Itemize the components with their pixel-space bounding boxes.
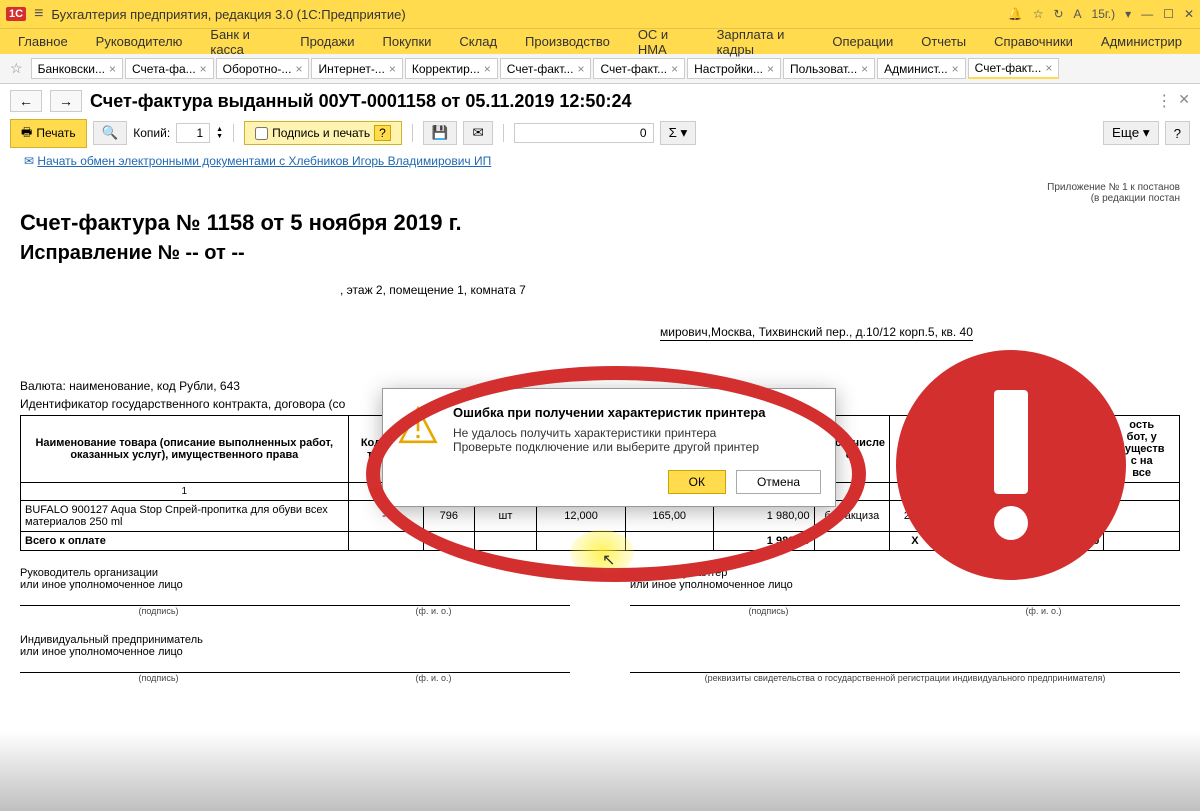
more-button[interactable]: Еще ▾ xyxy=(1103,121,1159,145)
app-title: Бухгалтерия предприятия, редакция 3.0 (1… xyxy=(51,7,999,22)
mail-small-icon: ✉ xyxy=(24,154,37,168)
favorites-icon[interactable]: ☆ xyxy=(4,60,29,77)
address-line-2: мирович,Москва, Тихвинский пер., д.10/12… xyxy=(660,325,973,341)
address-line-1: , этаж 2, помещение 1, комната 7 xyxy=(340,283,1180,297)
bell-icon[interactable]: 🔔 xyxy=(1008,7,1023,21)
menu-item[interactable]: ОС и НМА xyxy=(624,27,703,57)
print-button[interactable]: 🖶 Печать xyxy=(10,119,87,148)
tab-close-icon[interactable]: × xyxy=(861,62,868,76)
menu-item[interactable]: Банк и касса xyxy=(196,27,286,57)
correction-title: Исправление № -- от -- xyxy=(20,242,1180,265)
dropdown-icon[interactable]: ▾ xyxy=(1125,7,1131,21)
tab[interactable]: Счет-факт...× xyxy=(593,58,685,79)
cancel-button[interactable]: Отмена xyxy=(736,470,821,494)
menubar: ГлавноеРуководителюБанк и кассаПродажиПо… xyxy=(0,28,1200,54)
page-title: Счет-фактура выданный 00УТ-0001158 от 05… xyxy=(90,91,631,112)
tab-close-icon[interactable]: × xyxy=(577,62,584,76)
signatures: Руководитель организации или иное уполно… xyxy=(20,567,1180,683)
hamburger-icon[interactable]: ≡ xyxy=(34,5,43,23)
dialog-title: Ошибка при получении характеристик принт… xyxy=(453,405,766,420)
tab-close-icon[interactable]: × xyxy=(389,62,396,76)
warning-icon xyxy=(397,405,439,454)
back-button[interactable]: ← xyxy=(10,90,42,112)
copies-label: Копий: xyxy=(133,126,170,140)
tab[interactable]: Настройки...× xyxy=(687,58,781,79)
star-icon[interactable]: ☆ xyxy=(1033,7,1044,21)
tab[interactable]: Оборотно-...× xyxy=(216,58,310,79)
tab[interactable]: Банковски...× xyxy=(31,58,123,79)
close-page-icon[interactable]: ✕ xyxy=(1178,91,1190,111)
save-button[interactable]: 💾 xyxy=(423,121,458,145)
edo-link-row: ✉ Начать обмен электронными документами … xyxy=(0,148,1200,174)
tab[interactable]: Корректир...× xyxy=(405,58,498,79)
tab-close-icon[interactable]: × xyxy=(952,62,959,76)
dialog-line2: Проверьте подключение или выберите друго… xyxy=(453,440,766,454)
dialog-line1: Не удалось получить характеристики принт… xyxy=(453,426,766,440)
app-logo: 1С xyxy=(6,7,26,21)
menu-item[interactable]: Покупки xyxy=(369,34,446,49)
tab-close-icon[interactable]: × xyxy=(767,62,774,76)
sign-print-checkbox[interactable] xyxy=(255,127,268,140)
printer-icon: 🖶 xyxy=(21,123,32,144)
invoice-title: Счет-фактура № 1158 от 5 ноября 2019 г. xyxy=(20,210,1180,236)
sigma-button[interactable]: Σ ▾ xyxy=(660,121,697,145)
send-button[interactable]: ✉ xyxy=(463,121,492,145)
sign-print-toggle[interactable]: Подпись и печать ? xyxy=(244,121,402,145)
navbar: ← → Счет-фактура выданный 00УТ-0001158 о… xyxy=(0,84,1200,118)
toolbar: 🖶 Печать 🔍 Копий: ▲ ▼ Подпись и печать ?… xyxy=(0,118,1200,148)
spinner-up[interactable]: ▲ xyxy=(216,126,223,133)
menu-item[interactable]: Операции xyxy=(818,34,907,49)
menu-item[interactable]: Склад xyxy=(445,34,511,49)
annex-text: Приложение № 1 к постанов (в редакции по… xyxy=(20,182,1180,204)
ok-button[interactable]: ОК xyxy=(668,470,726,494)
hint-text: 15г.) xyxy=(1092,7,1116,21)
tab-close-icon[interactable]: × xyxy=(200,62,207,76)
exclamation-icon xyxy=(994,390,1028,540)
sigma-input[interactable] xyxy=(514,123,654,143)
tab-close-icon[interactable]: × xyxy=(109,62,116,76)
col-number: 1 xyxy=(21,483,349,501)
maximize-icon[interactable]: ☐ xyxy=(1163,7,1174,21)
col-name: Наименование товара (описание выполненны… xyxy=(21,416,349,483)
tab[interactable]: Интернет-...× xyxy=(311,58,402,79)
tabstrip: ☆ Банковски...×Счета-фа...×Оборотно-...×… xyxy=(0,54,1200,84)
menu-item[interactable]: Руководителю xyxy=(82,34,197,49)
preview-icon: 🔍 xyxy=(102,125,119,140)
menu-item[interactable]: Производство xyxy=(511,34,624,49)
menu-item[interactable]: Главное xyxy=(4,34,82,49)
spinner-down[interactable]: ▼ xyxy=(216,133,223,140)
tab[interactable]: Счет-факт...× xyxy=(968,58,1060,79)
tab[interactable]: Счета-фа...× xyxy=(125,58,214,79)
tab[interactable]: Пользоват...× xyxy=(783,58,875,79)
menu-item[interactable]: Отчеты xyxy=(907,34,980,49)
tab-close-icon[interactable]: × xyxy=(484,62,491,76)
tab-close-icon[interactable]: × xyxy=(671,62,678,76)
history-icon[interactable]: ↻ xyxy=(1053,7,1063,21)
kebab-icon[interactable]: ⋮ xyxy=(1156,91,1172,111)
titlebar: 1С ≡ Бухгалтерия предприятия, редакция 3… xyxy=(0,0,1200,28)
tab[interactable]: Админист...× xyxy=(877,58,965,79)
help-button[interactable]: ? xyxy=(1165,121,1190,145)
preview-button[interactable]: 🔍 xyxy=(93,121,128,145)
error-dialog: Ошибка при получении характеристик принт… xyxy=(382,388,836,507)
save-icon: 💾 xyxy=(432,125,449,140)
menu-item[interactable]: Справочники xyxy=(980,34,1087,49)
copies-input[interactable] xyxy=(176,123,210,143)
menu-item[interactable]: Зарплата и кадры xyxy=(703,27,819,57)
menu-item[interactable]: Продажи xyxy=(286,34,368,49)
forward-button[interactable]: → xyxy=(50,90,82,112)
tab-close-icon[interactable]: × xyxy=(295,62,302,76)
cursor-icon: ↖ xyxy=(602,550,615,570)
annotation-badge xyxy=(896,350,1126,580)
tab-close-icon[interactable]: × xyxy=(1045,61,1052,75)
menu-item[interactable]: Администрир xyxy=(1087,34,1196,49)
edo-link[interactable]: Начать обмен электронными документами с … xyxy=(37,154,491,168)
minimize-icon[interactable]: — xyxy=(1141,7,1153,21)
close-icon[interactable]: ✕ xyxy=(1184,7,1194,21)
mail-icon: ✉ xyxy=(472,125,483,140)
help-inline-icon[interactable]: ? xyxy=(374,125,391,141)
user-icon[interactable]: А xyxy=(1074,7,1082,21)
shadow-overlay xyxy=(0,731,1200,811)
tab[interactable]: Счет-факт...× xyxy=(500,58,592,79)
